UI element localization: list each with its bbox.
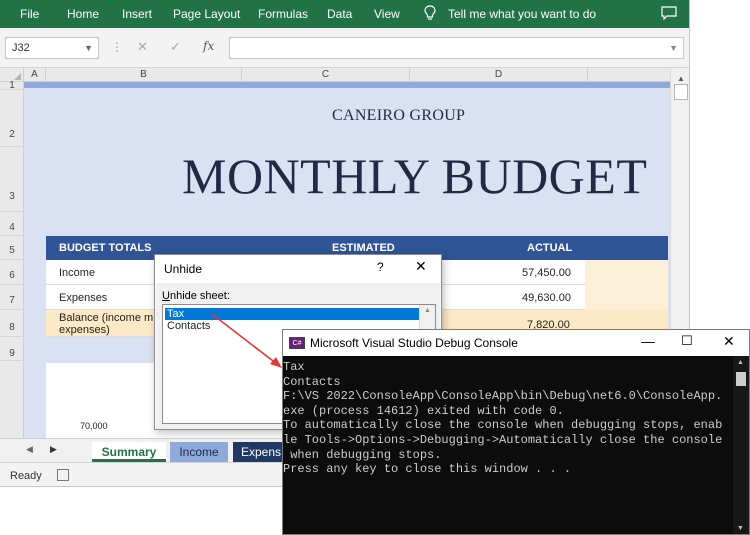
column-headers: A B C D: [0, 68, 689, 82]
sheet-tab-summary[interactable]: Summary: [92, 442, 166, 462]
console-line: Tax: [283, 360, 305, 374]
comment-icon[interactable]: [661, 6, 677, 20]
status-ready: Ready: [10, 470, 42, 482]
console-line: F:\VS 2022\ConsoleApp\ConsoleApp\bin\Deb…: [283, 389, 723, 404]
help-button[interactable]: ?: [377, 260, 384, 274]
maximize-icon[interactable]: ☐: [681, 333, 693, 349]
insert-function-icon[interactable]: fx: [203, 39, 214, 53]
more-icon: ⋮: [111, 40, 123, 54]
row-actual-value: 49,630.00: [522, 292, 571, 304]
scroll-up-icon[interactable]: ▲: [737, 359, 744, 366]
row-label: Expenses: [59, 292, 108, 304]
minimize-icon[interactable]: —: [641, 333, 655, 349]
row-header[interactable]: 5: [0, 236, 24, 260]
sheet-tab-income[interactable]: Income: [170, 442, 228, 462]
dialog-title: Unhide: [164, 262, 203, 276]
label-accesskey: U: [162, 290, 170, 302]
console-line: Contacts: [283, 374, 341, 389]
row-header[interactable]: 3: [0, 147, 24, 212]
row-header[interactable]: 1: [0, 81, 24, 91]
tab-page-layout[interactable]: Page Layout: [173, 7, 240, 21]
macro-record-icon[interactable]: [57, 469, 69, 481]
console-titlebar: C# Microsoft Visual Studio Debug Console…: [283, 330, 749, 356]
console-line: To automatically close the console when …: [283, 418, 723, 433]
column-header-c[interactable]: C: [242, 68, 410, 82]
close-icon[interactable]: ✕: [415, 258, 427, 275]
list-item[interactable]: Tax: [165, 308, 419, 320]
console-scrollbar[interactable]: ▲ ▼: [733, 356, 749, 534]
tab-data[interactable]: Data: [327, 7, 352, 21]
row-label: Income: [59, 267, 96, 279]
formula-input[interactable]: ▼: [229, 37, 684, 59]
label-text: nhide sheet:: [169, 290, 230, 302]
header-estimated: ESTIMATED: [332, 242, 395, 254]
row-accent-cell: [585, 260, 668, 285]
cancel-icon[interactable]: ✕: [137, 39, 148, 55]
name-box[interactable]: J32 ▼: [5, 37, 99, 59]
chart-y-tick-label: 70,000: [80, 421, 108, 431]
page-title: MONTHLY BUDGET: [182, 148, 648, 204]
console-line: exe (process 14612) exited with code 0.: [283, 403, 564, 418]
unhide-sheet-label: Unhide sheet:: [162, 290, 230, 302]
row-actual-value: 57,450.00: [522, 267, 571, 279]
tell-me-search[interactable]: Tell me what you want to do: [448, 7, 596, 21]
scroll-tabs-left-icon[interactable]: ◀: [26, 444, 33, 455]
console-output: Tax Contacts F:\VS 2022\ConsoleApp\Conso…: [283, 356, 733, 534]
scroll-down-icon[interactable]: ▼: [737, 525, 744, 532]
tab-home[interactable]: Home: [67, 7, 99, 21]
scrollbar-thumb[interactable]: [736, 372, 746, 386]
scroll-up-icon[interactable]: ▲: [424, 307, 431, 314]
row-label: Balance (income m expenses): [59, 312, 154, 336]
tab-view[interactable]: View: [374, 7, 400, 21]
console-app-icon: C#: [289, 337, 305, 349]
column-header-b[interactable]: B: [46, 68, 242, 82]
scroll-tabs-right-icon[interactable]: ▶: [50, 444, 57, 455]
scroll-up-icon[interactable]: ▲: [677, 74, 685, 83]
debug-console-window: C# Microsoft Visual Studio Debug Console…: [282, 329, 750, 535]
company-name: CANEIRO GROUP: [332, 107, 466, 124]
chevron-down-icon[interactable]: ▼: [84, 43, 93, 53]
row-header[interactable]: 9: [0, 337, 24, 361]
header-actual: ACTUAL: [527, 242, 573, 254]
tab-file[interactable]: File: [20, 7, 39, 21]
tab-insert[interactable]: Insert: [122, 7, 152, 21]
row-header[interactable]: 6: [0, 260, 24, 285]
console-line: Press any key to close this window . . .: [283, 462, 572, 477]
row-header[interactable]: 7: [0, 285, 24, 310]
tab-formulas[interactable]: Formulas: [258, 7, 308, 21]
console-line: when debugging stops.: [283, 447, 442, 462]
row-header[interactable]: 8: [0, 310, 24, 337]
formula-bar: J32 ▼ ⋮ ✕ ✓ fx ▼: [0, 28, 689, 68]
ribbon: File Home Insert Page Layout Formulas Da…: [0, 0, 689, 28]
row-headers: 1 2 3 4 5 6 7 8 9: [0, 81, 24, 438]
close-icon[interactable]: ✕: [723, 333, 735, 350]
row-header[interactable]: 2: [0, 90, 24, 147]
row-accent-cell: [585, 285, 668, 310]
enter-check-icon[interactable]: ✓: [170, 39, 181, 55]
column-header-a[interactable]: A: [24, 68, 46, 82]
console-line: le Tools->Options->Debugging->Automatica…: [283, 432, 723, 447]
console-title: Microsoft Visual Studio Debug Console: [310, 336, 518, 350]
name-box-value: J32: [12, 42, 30, 54]
lightbulb-icon[interactable]: [423, 5, 437, 21]
header-budget-totals: BUDGET TOTALS: [59, 242, 152, 254]
row-header[interactable]: 4: [0, 212, 24, 236]
column-header-d[interactable]: D: [410, 68, 588, 82]
expand-formula-icon[interactable]: ▼: [669, 43, 678, 53]
scrollbar-thumb[interactable]: [674, 84, 688, 100]
